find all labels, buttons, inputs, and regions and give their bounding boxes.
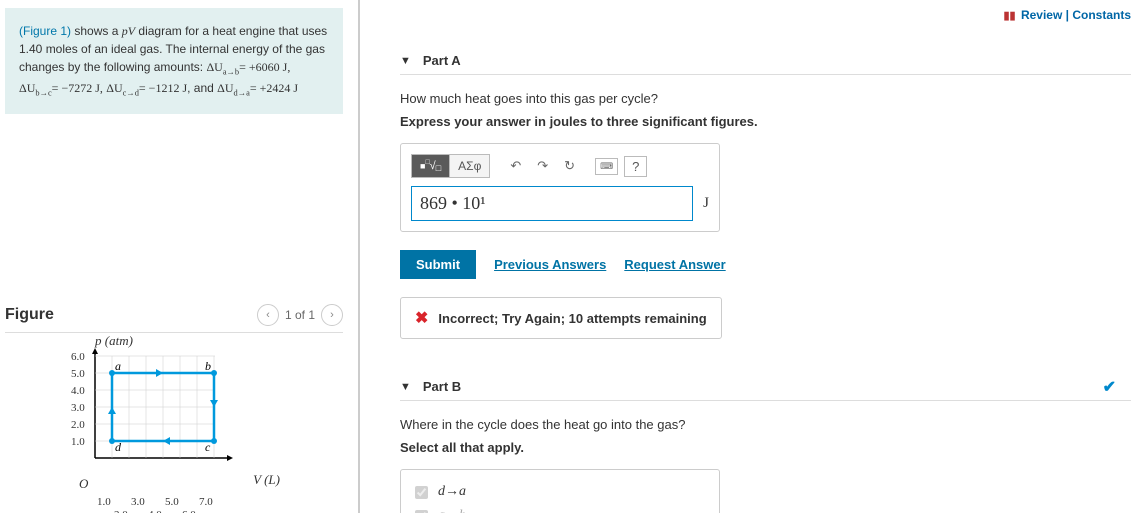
help-button[interactable]: ?	[624, 156, 647, 177]
collapse-icon[interactable]: ▼	[400, 55, 411, 67]
svg-text:d: d	[115, 440, 122, 454]
checkbox[interactable]	[415, 510, 428, 513]
svg-text:c: c	[205, 440, 211, 454]
problem-statement: (Figure 1) shows a pV diagram for a heat…	[5, 8, 343, 114]
part-a-title: Part A	[423, 53, 461, 68]
constants-link[interactable]: Constants	[1072, 8, 1131, 22]
part-a-question: How much heat goes into this gas per cyc…	[400, 91, 1131, 106]
x-axis-label: V (L)	[253, 472, 280, 488]
review-link[interactable]: Review	[1021, 8, 1062, 22]
pv-diagram-svg: a b c d	[90, 346, 240, 466]
choice-a-b[interactable]: a→b	[415, 504, 705, 513]
checkbox[interactable]	[415, 486, 428, 499]
collapse-icon[interactable]: ▼	[400, 381, 411, 393]
symbols-button[interactable]: ΑΣφ	[450, 155, 489, 177]
choices-box: d→a a→b	[400, 469, 720, 513]
submit-button[interactable]: Submit	[400, 250, 476, 279]
figure-link[interactable]: (Figure 1)	[19, 24, 71, 38]
answer-box: ■□√□ ΑΣφ ↶ ↷ ↻ ⌨ ? 869 • 10¹ J	[400, 143, 720, 232]
undo-icon[interactable]: ↶	[502, 154, 529, 178]
part-b-question: Where in the cycle does the heat go into…	[400, 417, 1131, 432]
answer-input[interactable]: 869 • 10¹	[411, 186, 693, 221]
figure-image: p (atm) 6.0 5.0 4.0 3.0 2.0 1.0 O 1.0 3.…	[5, 333, 343, 506]
part-b-title: Part B	[423, 379, 461, 394]
svg-text:a: a	[115, 359, 121, 373]
part-a-instruction: Express your answer in joules to three s…	[400, 114, 1131, 129]
previous-answers-link[interactable]: Previous Answers	[494, 257, 606, 272]
incorrect-icon: ✖	[415, 308, 428, 328]
figure-counter: 1 of 1	[285, 308, 315, 322]
feedback-text: Incorrect; Try Again; 10 attempts remain…	[438, 311, 706, 326]
figure-title: Figure	[5, 306, 54, 324]
request-answer-link[interactable]: Request Answer	[624, 257, 725, 272]
check-icon: ✔	[1103, 377, 1116, 397]
choice-d-a[interactable]: d→a	[415, 480, 705, 504]
templates-button[interactable]: ■□√□	[412, 155, 450, 177]
answer-unit: J	[703, 195, 709, 212]
figure-prev-button[interactable]: ‹	[257, 304, 279, 326]
part-b-instruction: Select all that apply.	[400, 440, 1131, 455]
keyboard-icon[interactable]: ⌨	[595, 158, 618, 175]
figure-next-button[interactable]: ›	[321, 304, 343, 326]
top-links: ▮▮ Review | Constants	[1003, 8, 1131, 22]
reset-icon[interactable]: ↻	[556, 154, 583, 178]
svg-text:b: b	[205, 359, 211, 373]
redo-icon[interactable]: ↷	[529, 154, 556, 178]
feedback-box: ✖ Incorrect; Try Again; 10 attempts rema…	[400, 297, 722, 339]
flag-icon: ▮▮	[1003, 10, 1015, 22]
